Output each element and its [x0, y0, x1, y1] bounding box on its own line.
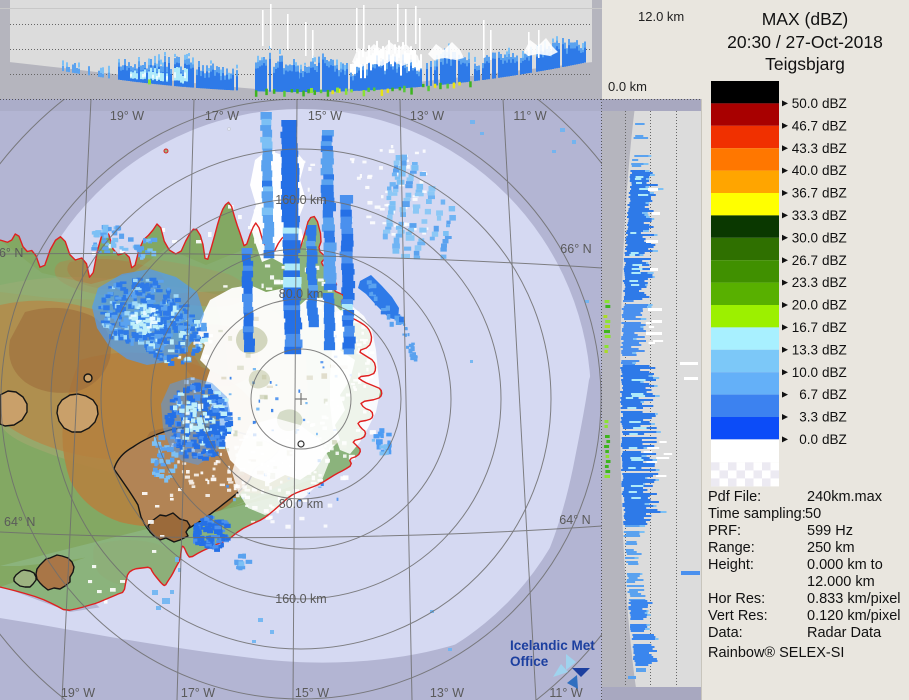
svg-text:80.0 km: 80.0 km [279, 287, 323, 301]
svg-text:Icelandic Met: Icelandic Met [510, 638, 595, 653]
svg-text:23.3: 23.3 [792, 275, 818, 290]
svg-text:Radar Data: Radar Data [807, 625, 882, 641]
svg-text:dBZ: dBZ [822, 253, 847, 268]
svg-text:80.0 km: 80.0 km [279, 497, 323, 511]
svg-text:Range:: Range: [708, 540, 755, 556]
svg-text:160.0 km: 160.0 km [275, 592, 326, 606]
svg-text:dBZ: dBZ [822, 186, 847, 201]
svg-text:Pdf File:: Pdf File: [708, 489, 761, 505]
svg-text:40.0: 40.0 [792, 163, 818, 178]
svg-text:Height:: Height: [708, 557, 754, 573]
svg-text:dBZ: dBZ [822, 275, 847, 290]
svg-text:13° W: 13° W [410, 109, 444, 123]
svg-text:33.3: 33.3 [792, 208, 818, 223]
svg-text:20.0: 20.0 [792, 298, 818, 313]
svg-text:Hor Res:: Hor Res: [708, 591, 765, 607]
svg-text:16.7: 16.7 [792, 320, 818, 335]
svg-text:17° W: 17° W [181, 686, 215, 700]
svg-text:6.7: 6.7 [799, 387, 818, 402]
svg-text:20:30 / 27-Oct-2018: 20:30 / 27-Oct-2018 [727, 32, 883, 52]
svg-text:160.0 km: 160.0 km [275, 193, 326, 207]
svg-text:50: 50 [805, 506, 821, 522]
svg-text:dBZ: dBZ [822, 432, 847, 447]
svg-text:66° N: 66° N [0, 246, 23, 260]
svg-text:11° W: 11° W [513, 109, 546, 123]
svg-text:43.3: 43.3 [792, 141, 818, 156]
svg-text:50.0: 50.0 [792, 96, 818, 111]
svg-text:13.3: 13.3 [792, 342, 818, 357]
svg-text:Teigsbjarg: Teigsbjarg [765, 54, 845, 74]
svg-text:PRF:: PRF: [708, 523, 741, 539]
svg-text:10.0: 10.0 [792, 365, 818, 380]
svg-text:66° N: 66° N [560, 242, 591, 256]
svg-text:599 Hz: 599 Hz [807, 523, 853, 539]
svg-text:dBZ: dBZ [822, 118, 847, 133]
svg-text:0.833 km/pixel: 0.833 km/pixel [807, 591, 901, 607]
svg-text:dBZ: dBZ [822, 230, 847, 245]
svg-text:0.0: 0.0 [799, 432, 818, 447]
svg-text:Office: Office [510, 654, 549, 669]
svg-text:250 km: 250 km [807, 540, 855, 556]
svg-text:19° W: 19° W [110, 109, 144, 123]
svg-text:12.0 km: 12.0 km [638, 9, 684, 24]
svg-text:0.0 km: 0.0 km [608, 79, 647, 94]
svg-text:26.7: 26.7 [792, 253, 818, 268]
svg-text:64° N: 64° N [4, 515, 35, 529]
svg-text:dBZ: dBZ [822, 387, 847, 402]
svg-text:MAX (dBZ): MAX (dBZ) [762, 9, 849, 29]
svg-text:19° W: 19° W [61, 686, 95, 700]
svg-text:dBZ: dBZ [822, 208, 847, 223]
svg-text:64° N: 64° N [559, 513, 590, 527]
svg-text:3.3: 3.3 [799, 410, 818, 425]
svg-text:46.7: 46.7 [792, 118, 818, 133]
svg-text:dBZ: dBZ [822, 96, 847, 111]
svg-text:dBZ: dBZ [822, 365, 847, 380]
svg-text:12.000 km: 12.000 km [807, 574, 875, 590]
svg-text:36.7: 36.7 [792, 186, 818, 201]
svg-text:0.000 km to: 0.000 km to [807, 557, 883, 573]
svg-text:dBZ: dBZ [822, 298, 847, 313]
svg-text:Vert Res:: Vert Res: [708, 608, 768, 624]
svg-text:dBZ: dBZ [822, 163, 847, 178]
svg-text:dBZ: dBZ [822, 410, 847, 425]
svg-text:dBZ: dBZ [822, 342, 847, 357]
svg-text:Time sampling:: Time sampling: [708, 506, 806, 522]
svg-text:15° W: 15° W [308, 109, 342, 123]
svg-text:dBZ: dBZ [822, 320, 847, 335]
svg-text:30.0: 30.0 [792, 230, 818, 245]
svg-text:15° W: 15° W [295, 686, 329, 700]
svg-text:dBZ: dBZ [822, 141, 847, 156]
svg-text:17° W: 17° W [205, 109, 239, 123]
svg-text:Data:: Data: [708, 625, 743, 641]
svg-text:0.120 km/pixel: 0.120 km/pixel [807, 608, 901, 624]
svg-text:13° W: 13° W [430, 686, 464, 700]
svg-text:240km.max: 240km.max [807, 489, 883, 505]
svg-text:Rainbow® SELEX-SI: Rainbow® SELEX-SI [708, 645, 844, 661]
